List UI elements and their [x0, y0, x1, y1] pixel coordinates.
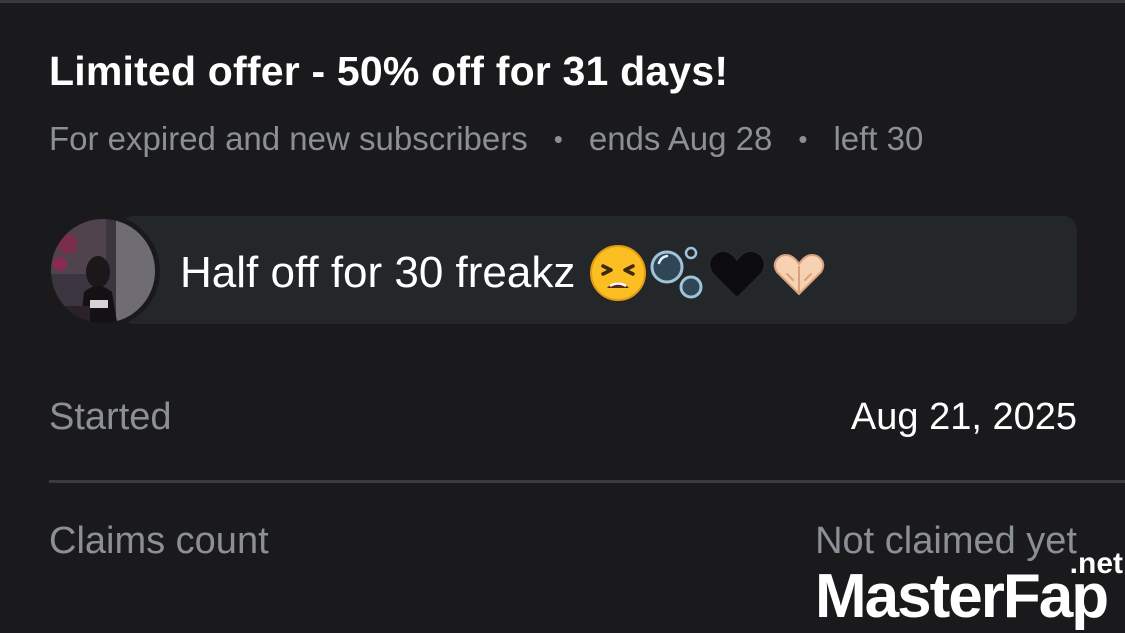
- meta-separator: •: [553, 123, 563, 154]
- watermark-tld: .net: [1069, 547, 1123, 580]
- message-text: Half off for 30 freakz: [180, 248, 576, 297]
- offer-title: Limited offer - 50% off for 31 days!: [49, 48, 729, 94]
- started-value: Aug 21, 2025: [850, 396, 1077, 438]
- avatar[interactable]: [46, 214, 160, 328]
- offer-remaining: left 30: [833, 120, 924, 157]
- heart-hands-emoji-icon: [767, 244, 831, 302]
- message-row: Half off for 30 freakz: [180, 243, 831, 303]
- offer-audience: For expired and new subscribers: [49, 120, 528, 157]
- bubbles-emoji-icon: [647, 243, 707, 303]
- emoji-group: [589, 243, 831, 303]
- top-border: [0, 0, 1125, 3]
- watermark: MasterFap .net: [815, 547, 1125, 633]
- offer-meta: For expired and new subscribers • ends A…: [49, 120, 923, 158]
- offer-end-date: ends Aug 28: [588, 120, 773, 157]
- started-label: Started: [49, 396, 172, 438]
- watermark-brand: MasterFap: [815, 562, 1109, 631]
- divider: [49, 480, 1125, 483]
- meta-separator: •: [798, 123, 808, 154]
- black-heart-emoji-icon: [707, 244, 767, 302]
- claims-count-label: Claims count: [49, 520, 269, 562]
- tired-face-emoji-icon: [589, 244, 647, 302]
